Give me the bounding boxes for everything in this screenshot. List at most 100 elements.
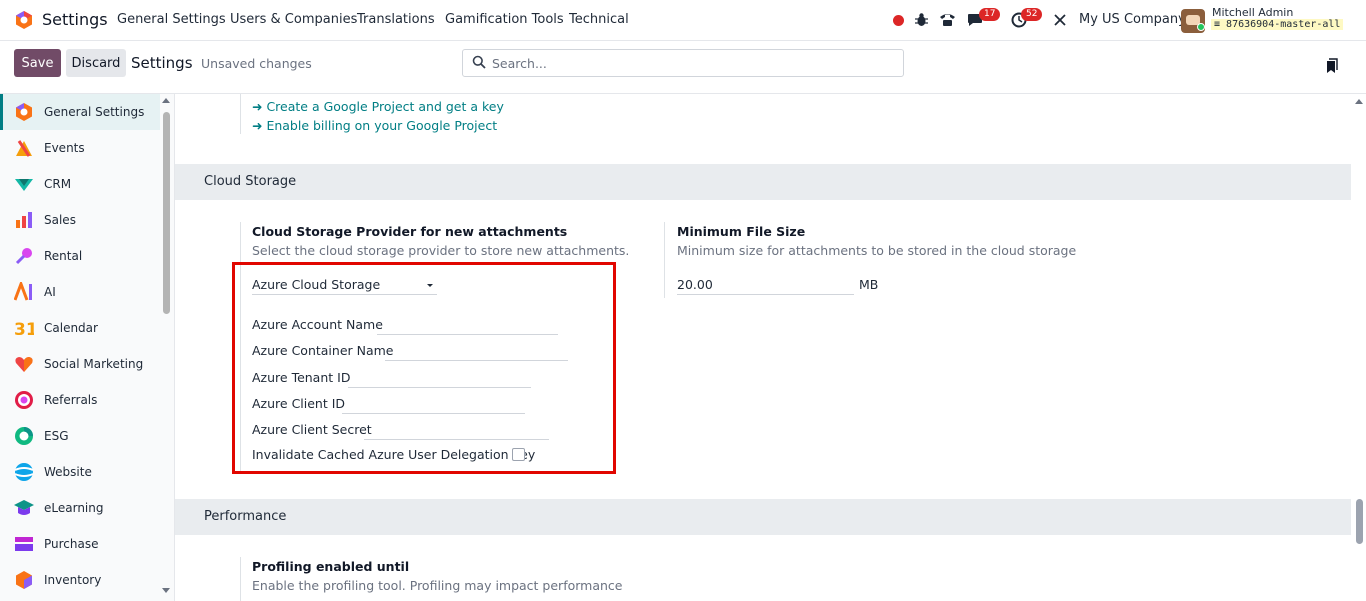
sidebar-item-label: Inventory	[44, 573, 102, 587]
inventory-app-icon	[16, 571, 32, 589]
sidebar-item-referrals[interactable]: Referrals	[0, 382, 160, 418]
user-name[interactable]: Mitchell Admin	[1212, 6, 1293, 19]
sidebar-item-general-settings[interactable]: General Settings	[0, 94, 160, 130]
setting-border	[240, 557, 241, 601]
section-title: Performance	[204, 509, 287, 524]
company-switcher[interactable]: My US Company	[1079, 12, 1186, 27]
sidebar-item-label: ESG	[44, 429, 69, 443]
menu-users-companies[interactable]: Users & Companies	[230, 12, 357, 27]
tools-icon[interactable]	[1053, 13, 1067, 27]
svg-text:31: 31	[14, 320, 34, 338]
sidebar-item-crm[interactable]: CRM	[0, 166, 160, 202]
sidebar-item-label: Events	[44, 141, 85, 155]
azure-tenant-id-input[interactable]	[348, 387, 531, 388]
azure-client-secret-input[interactable]	[364, 439, 549, 440]
calendar-app-icon: 31	[14, 320, 34, 338]
provider-select[interactable]: Azure Cloud Storage	[252, 277, 380, 292]
chat-badge: 17	[979, 8, 1001, 21]
elearning-app-icon	[14, 500, 34, 515]
sidebar-item-rental[interactable]: Rental	[0, 238, 160, 274]
google-project-link[interactable]: ➜ Create a Google Project and get a key	[252, 99, 504, 114]
top-navbar: Settings General Settings Users & Compan…	[0, 0, 1366, 41]
events-app-icon	[16, 140, 32, 157]
provider-select-underline	[252, 294, 437, 295]
azure-account-name-input[interactable]	[377, 334, 558, 335]
azure-tenant-id-label: Azure Tenant ID	[252, 370, 351, 385]
cloud-storage-section-header: Cloud Storage	[175, 164, 1351, 200]
sidebar-item-esg[interactable]: ESG	[0, 418, 160, 454]
sidebar-item-website[interactable]: Website	[0, 454, 160, 490]
min-file-size-input[interactable]: 20.00	[677, 277, 713, 292]
bug-icon[interactable]	[915, 12, 928, 27]
bookmark-icon[interactable]	[1326, 58, 1338, 74]
search-input[interactable]	[492, 54, 892, 72]
google-billing-link[interactable]: ➜ Enable billing on your Google Project	[252, 118, 497, 133]
sidebar-item-label: CRM	[44, 177, 72, 191]
min-file-size-description: Minimum size for attachments to be store…	[677, 243, 1077, 258]
setting-border	[664, 222, 665, 298]
sidebar-item-events[interactable]: Events	[0, 130, 160, 166]
sidebar-item-label: Sales	[44, 213, 76, 227]
scroll-up-arrow-icon[interactable]	[1355, 99, 1363, 104]
section-title: Cloud Storage	[204, 174, 297, 189]
sidebar-item-social-marketing[interactable]: Social Marketing	[0, 346, 160, 382]
invalidate-key-checkbox[interactable]	[512, 448, 525, 461]
menu-gamification-tools[interactable]: Gamification Tools	[445, 12, 564, 27]
sales-app-icon	[16, 212, 32, 228]
record-icon[interactable]	[893, 15, 904, 26]
provider-title: Cloud Storage Provider for new attachmen…	[252, 224, 568, 239]
sidebar-item-sales[interactable]: Sales	[0, 202, 160, 238]
sidebar-item-label: Website	[44, 465, 92, 479]
menu-general-settings[interactable]: General Settings	[117, 12, 226, 27]
referrals-app-icon	[15, 391, 33, 409]
sidebar-item-label: Purchase	[44, 537, 99, 551]
breadcrumb: Settings	[131, 54, 193, 72]
min-file-size-unit: MB	[859, 277, 879, 292]
ai-app-icon	[14, 282, 32, 301]
azure-client-secret-label: Azure Client Secret	[252, 422, 372, 437]
invalidate-key-label: Invalidate Cached Azure User Delegation …	[252, 447, 536, 462]
app-title[interactable]: Settings	[42, 10, 108, 29]
sidebar-item-purchase[interactable]: Purchase	[0, 526, 160, 562]
esg-app-icon	[15, 427, 33, 445]
main-scrollbar-thumb[interactable]	[1356, 499, 1363, 544]
social-marketing-app-icon	[15, 357, 33, 372]
phone-icon[interactable]	[939, 12, 956, 27]
azure-client-id-input[interactable]	[342, 413, 525, 414]
sidebar-item-inventory[interactable]: Inventory	[0, 562, 160, 598]
search-icon	[472, 55, 486, 69]
settings-app-icon[interactable]	[14, 10, 34, 30]
search-box[interactable]	[462, 49, 904, 77]
sidebar-item-label: Calendar	[44, 321, 98, 335]
profiling-title: Profiling enabled until	[252, 559, 410, 574]
azure-container-name-label: Azure Container Name	[252, 343, 394, 358]
scroll-down-arrow-icon[interactable]	[162, 588, 170, 593]
control-panel: Save Discard Settings Unsaved changes	[0, 41, 1366, 94]
database-name: ≡ 87636904-master-all	[1211, 19, 1344, 30]
azure-account-name-label: Azure Account Name	[252, 317, 383, 332]
crm-app-icon	[15, 179, 33, 191]
min-file-size-title: Minimum File Size	[677, 224, 806, 239]
sidebar-scrollbar-thumb[interactable]	[163, 112, 170, 314]
save-button[interactable]: Save	[14, 49, 61, 77]
settings-app-icon	[16, 103, 32, 121]
provider-description: Select the cloud storage provider to sto…	[252, 243, 630, 258]
menu-technical[interactable]: Technical	[569, 12, 629, 27]
sidebar-item-label: AI	[44, 285, 56, 299]
setting-border	[240, 94, 241, 134]
sidebar-item-calendar[interactable]: 31 Calendar	[0, 310, 160, 346]
purchase-app-icon	[15, 537, 33, 551]
discard-button[interactable]: Discard	[66, 49, 126, 77]
database-name-text: 87636904-master-all	[1226, 19, 1341, 30]
sidebar-item-label: Rental	[44, 249, 83, 263]
chevron-down-icon[interactable]	[427, 284, 433, 287]
min-file-size-underline	[677, 294, 854, 295]
sidebar-item-ai[interactable]: AI	[0, 274, 160, 310]
menu-translations[interactable]: Translations	[357, 12, 435, 27]
scroll-up-arrow-icon[interactable]	[162, 98, 170, 103]
sidebar-item-elearning[interactable]: eLearning	[0, 490, 160, 526]
online-status-icon	[1197, 23, 1205, 31]
sidebar-item-label: Referrals	[44, 393, 98, 407]
activity-badge: 52	[1021, 8, 1043, 21]
azure-container-name-input[interactable]	[385, 360, 568, 361]
